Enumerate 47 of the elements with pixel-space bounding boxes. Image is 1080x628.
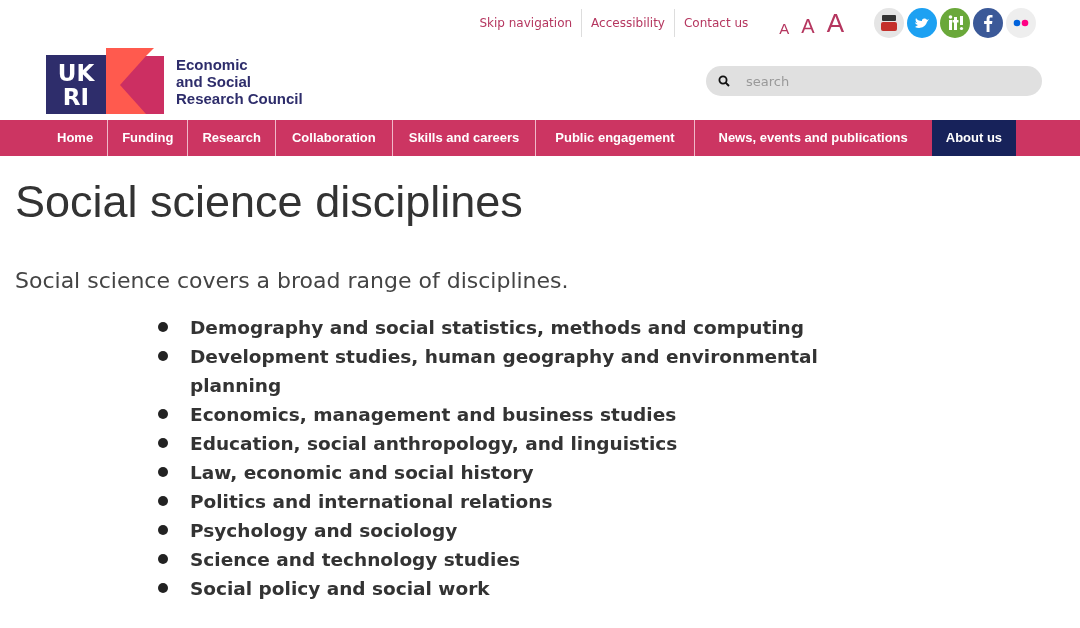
top-link[interactable]: Accessibility: [581, 9, 674, 37]
logo-letters: UK: [57, 60, 95, 85]
discipline-item: Psychology and sociology: [190, 519, 459, 543]
top-link[interactable]: Skip navigation: [470, 14, 582, 32]
search-icon: [718, 75, 730, 87]
intro-text: Social science covers a broad range of disciplines.: [14, 267, 570, 295]
nav-tab[interactable]: Funding: [107, 120, 188, 156]
bullet-icon: [158, 496, 168, 506]
bullet-icon: [158, 467, 168, 477]
bullet-icon: [158, 409, 168, 419]
text-size-button[interactable]: A: [779, 21, 790, 36]
discipline-item: Development studies, human geography and environmental planning: [190, 345, 819, 398]
share-icon[interactable]: [940, 8, 970, 38]
search-field[interactable]: search: [706, 66, 1042, 96]
video-icon[interactable]: [874, 8, 904, 38]
discipline-item: Law, economic and social history: [190, 461, 535, 485]
nav-tab[interactable]: Skills and careers: [391, 120, 536, 156]
bullet-icon: [158, 438, 168, 448]
discipline-item: Politics and international relations: [190, 490, 554, 514]
discipline-item: Science and technology studies: [190, 548, 521, 572]
logo-letters: RI: [62, 84, 90, 109]
organisation-name: and Social: [176, 72, 253, 90]
top-link[interactable]: Contact us: [673, 9, 758, 37]
discipline-item: Social policy and social work: [190, 577, 491, 601]
text-size-button[interactable]: A: [801, 16, 815, 36]
nav-tab[interactable]: Research: [187, 120, 275, 156]
nav-tab[interactable]: Home: [43, 120, 108, 156]
dots-icon[interactable]: [1006, 8, 1036, 38]
text-size-button[interactable]: A: [826, 10, 844, 36]
nav-tab[interactable]: News, events and publications: [693, 120, 932, 156]
page-title: Social science disciplines: [14, 175, 524, 229]
bullet-icon: [158, 554, 168, 564]
bullet-icon: [158, 322, 168, 332]
bullet-icon: [158, 351, 168, 361]
organisation-name: Research Council: [176, 89, 303, 107]
nav-tab[interactable]: Public engagement: [535, 120, 694, 156]
discipline-item: Education, social anthropology, and linguistics: [190, 432, 679, 456]
nav-tab[interactable]: About us: [931, 120, 1017, 156]
bullet-icon: [158, 525, 168, 535]
logo[interactable]: UK RI Economic and Social Research Council: [46, 48, 303, 114]
discipline-item: Demography and social statistics, methods and computing: [190, 316, 805, 340]
nav-tab[interactable]: Collaboration: [274, 120, 392, 156]
k-shape-drawing: [106, 48, 164, 114]
facebook-icon[interactable]: [973, 8, 1003, 38]
bullet-icon: [158, 583, 168, 593]
discipline-item: Economics, management and business studies: [190, 403, 678, 427]
organisation-name: Economic: [176, 55, 249, 73]
